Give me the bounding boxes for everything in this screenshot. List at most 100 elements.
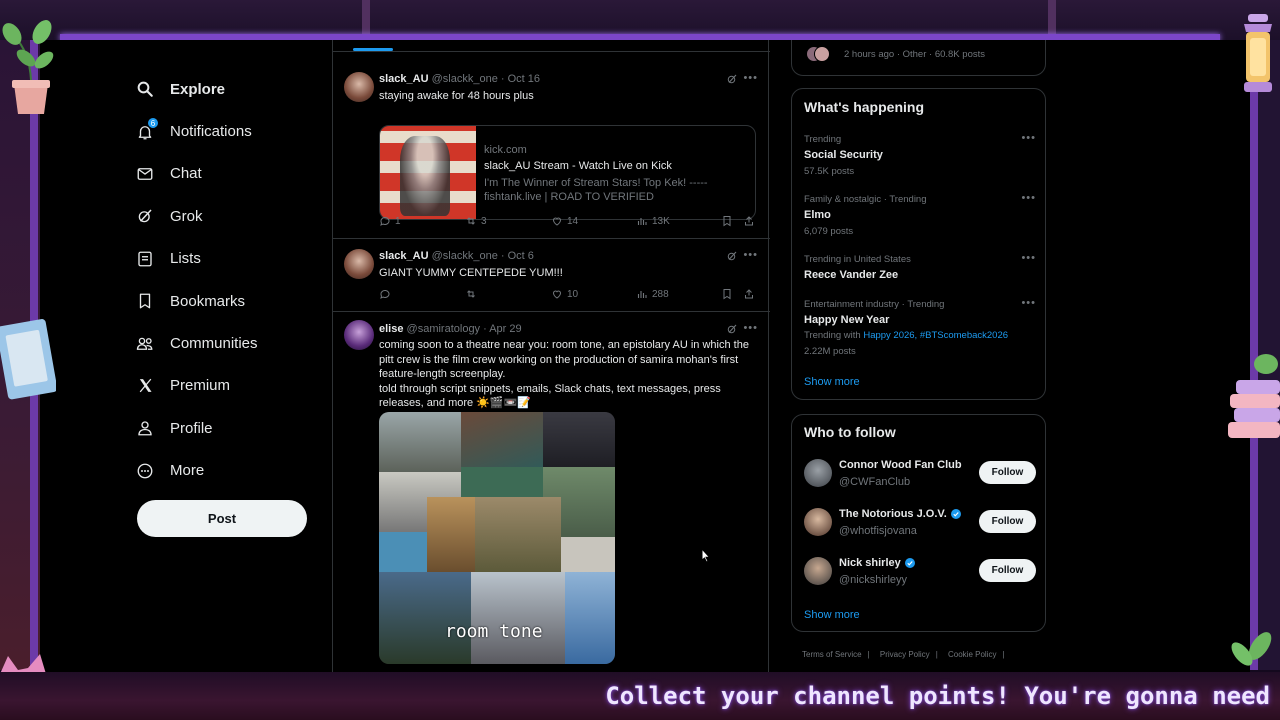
footer-link-terms[interactable]: Terms of Service — [802, 650, 862, 659]
follow-button[interactable]: Follow — [979, 559, 1036, 582]
trend-title: Reece Vander Zee — [804, 269, 899, 281]
trend-item[interactable]: Family & nostalgic · Trending Elmo 6,079… — [804, 192, 1036, 237]
trending-item-partial[interactable]: 2 hours ago · Other · 60.8K posts — [791, 40, 1046, 76]
like-button[interactable]: 10 — [551, 288, 578, 300]
tweet[interactable]: elise @samiratology · Apr 29 ••• coming … — [333, 312, 770, 672]
bookmark-icon — [723, 289, 731, 300]
trend-context: Entertainment industry · Trending — [804, 299, 945, 310]
reply-button[interactable]: 1 — [379, 215, 401, 227]
nav-item-profile[interactable]: Profile — [134, 407, 334, 449]
trend-title: Elmo — [804, 209, 831, 221]
follow-suggestion[interactable]: The Notorious J.O.V. @whotfisjovana Foll… — [804, 506, 1036, 542]
tweet-actions: 1 3 14 13K — [379, 215, 759, 231]
nav-label-communities: Communities — [170, 335, 258, 353]
post-button[interactable]: Post — [137, 500, 307, 537]
trending-meta: 2 hours ago · Other · 60.8K posts — [844, 49, 985, 60]
trend-hashtag-links[interactable]: Happy 2026, #BTScomeback2026 — [863, 330, 1008, 341]
notification-badge: 6 — [147, 116, 159, 129]
footer-link-cookie[interactable]: Cookie Policy — [948, 650, 996, 659]
chat-ticker-banner: Collect your channel points! You're gonn… — [0, 672, 1280, 720]
more-options-icon[interactable]: ••• — [1021, 192, 1036, 204]
nav-item-notifications[interactable]: 6 Notifications — [134, 110, 334, 152]
whats-happening-title: What's happening — [804, 99, 924, 115]
more-options-icon[interactable]: ••• — [1021, 252, 1036, 264]
follow-button[interactable]: Follow — [979, 510, 1036, 533]
follow-account-handle: @CWFanClub — [839, 476, 911, 488]
follow-button[interactable]: Follow — [979, 461, 1036, 484]
avatar[interactable] — [344, 72, 374, 102]
reply-button[interactable] — [379, 288, 395, 300]
link-card[interactable]: kick.com slack_AU Stream - Watch Live on… — [379, 125, 756, 220]
verified-badge-icon — [904, 558, 915, 568]
bookmark-button[interactable] — [721, 288, 733, 300]
avatar[interactable] — [344, 320, 374, 350]
share-icon — [745, 289, 753, 299]
show-more-trends-link[interactable]: Show more — [804, 376, 860, 388]
nav-label-explore: Explore — [170, 80, 226, 98]
more-options-icon[interactable]: ••• — [743, 72, 758, 84]
repost-button[interactable]: 3 — [465, 215, 487, 227]
communities-icon — [134, 333, 156, 355]
trend-item[interactable]: Trending Social Security 57.5K posts ••• — [804, 132, 1036, 177]
nav-item-explore[interactable]: Explore — [134, 68, 334, 110]
more-options-icon[interactable]: ••• — [1021, 297, 1036, 309]
nav-item-chat[interactable]: Chat — [134, 153, 334, 195]
tweet-author-name[interactable]: slack_AU — [379, 250, 429, 262]
tweet-author-name[interactable]: slack_AU — [379, 73, 429, 85]
share-button[interactable] — [743, 215, 755, 227]
search-icon — [134, 78, 156, 100]
trend-title: Social Security — [804, 149, 883, 161]
nav-label-premium: Premium — [170, 377, 231, 395]
link-card-title: slack_AU Stream - Watch Live on Kick — [484, 160, 672, 172]
follow-suggestion[interactable]: Connor Wood Fan Club @CWFanClub Follow — [804, 457, 1036, 493]
overlay-top-frame — [0, 0, 1280, 41]
x-logo-icon — [134, 375, 156, 397]
nav-item-grok[interactable]: Grok — [134, 195, 334, 237]
trend-item[interactable]: Entertainment industry · Trending Happy … — [804, 297, 1036, 357]
views-button[interactable]: 288 — [636, 288, 669, 300]
footer-link-privacy[interactable]: Privacy Policy — [880, 650, 930, 659]
grok-icon[interactable] — [726, 323, 738, 338]
nav-item-communities[interactable]: Communities — [134, 322, 334, 364]
trend-count: 6,079 posts — [804, 226, 854, 237]
more-circle-icon — [134, 460, 156, 482]
tweet[interactable]: slack_AU @slackk_one · Oct 16 ••• stayin… — [333, 53, 770, 239]
avatar[interactable] — [804, 508, 832, 536]
repost-icon — [467, 217, 475, 225]
share-button[interactable] — [743, 288, 755, 300]
views-button[interactable]: 13K — [636, 215, 670, 227]
follow-suggestion[interactable]: Nick shirley @nickshirleyy Follow — [804, 555, 1036, 591]
ticker-text: Collect your channel points! You're gonn… — [605, 682, 1270, 710]
nav-item-premium[interactable]: Premium — [134, 365, 334, 407]
more-options-icon[interactable]: ••• — [743, 322, 758, 334]
show-more-follow-link[interactable]: Show more — [804, 609, 860, 621]
timeline-feed: slack_AU @slackk_one · Oct 16 ••• stayin… — [332, 40, 770, 672]
nav-item-bookmarks[interactable]: Bookmarks — [134, 280, 334, 322]
bookmark-icon — [134, 290, 156, 312]
browser-screen: Explore 6 Notifications Chat Grok Lists … — [40, 40, 1250, 672]
tweet-image-collage[interactable]: room tone — [379, 412, 615, 664]
grok-icon[interactable] — [726, 73, 738, 88]
grok-icon[interactable] — [726, 250, 738, 265]
trend-count: 57.5K posts — [804, 166, 855, 177]
tweet-handle-date: @samiratology · Apr 29 — [406, 323, 522, 335]
feed-tab-bar — [333, 40, 770, 52]
trend-item[interactable]: Trending in United States Reece Vander Z… — [804, 252, 1036, 281]
trend-trending-with: Trending with Happy 2026, #BTScomeback20… — [804, 330, 1009, 341]
avatar[interactable] — [344, 249, 374, 279]
active-tab-indicator — [353, 48, 393, 51]
nav-item-lists[interactable]: Lists — [134, 238, 334, 280]
tweet-header: elise @samiratology · Apr 29 — [379, 323, 522, 335]
nav-item-more[interactable]: More — [134, 450, 334, 492]
avatar[interactable] — [804, 557, 832, 585]
tweet-author-name[interactable]: elise — [379, 323, 403, 335]
more-options-icon[interactable]: ••• — [743, 249, 758, 261]
bookmark-button[interactable] — [721, 215, 733, 227]
tweet[interactable]: slack_AU @slackk_one · Oct 6 ••• GIANT Y… — [333, 239, 770, 312]
like-button[interactable]: 14 — [551, 215, 578, 227]
leaf-decoration — [1231, 632, 1272, 666]
repost-button[interactable] — [465, 288, 481, 300]
follow-account-handle: @nickshirleyy — [839, 574, 908, 586]
avatar[interactable] — [804, 459, 832, 487]
more-options-icon[interactable]: ••• — [1021, 132, 1036, 144]
